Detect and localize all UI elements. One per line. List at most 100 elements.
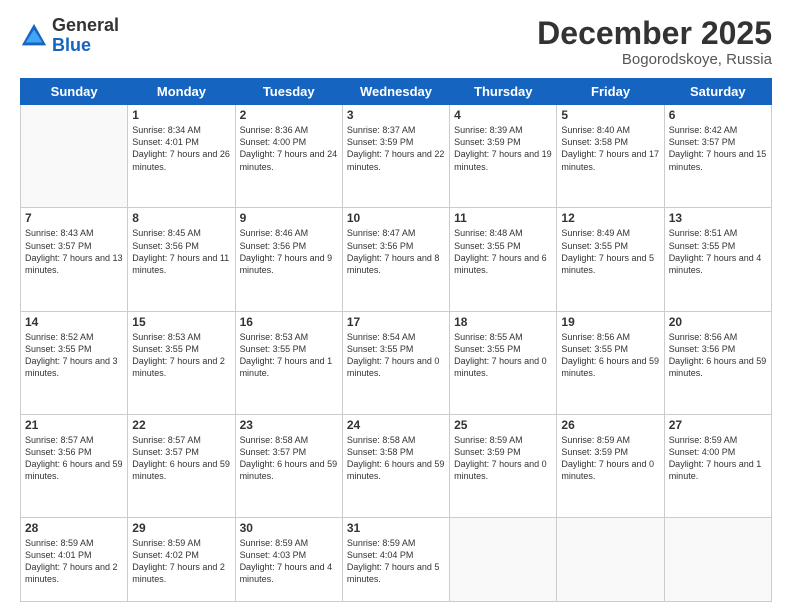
cell-content: Sunrise: 8:58 AMSunset: 3:58 PMDaylight:… [347, 434, 445, 483]
cell-content: Sunrise: 8:54 AMSunset: 3:55 PMDaylight:… [347, 331, 445, 380]
cell-content: Sunrise: 8:34 AMSunset: 4:01 PMDaylight:… [132, 124, 230, 173]
cell-content: Sunrise: 8:56 AMSunset: 3:55 PMDaylight:… [561, 331, 659, 380]
logo-text: General Blue [52, 16, 119, 56]
cell-content: Sunrise: 8:47 AMSunset: 3:56 PMDaylight:… [347, 227, 445, 276]
table-row [21, 105, 128, 208]
table-row: 21 Sunrise: 8:57 AMSunset: 3:56 PMDayligh… [21, 414, 128, 517]
day-number: 21 [25, 418, 123, 432]
day-number: 20 [669, 315, 767, 329]
day-number: 26 [561, 418, 659, 432]
cell-content: Sunrise: 8:42 AMSunset: 3:57 PMDaylight:… [669, 124, 767, 173]
cell-content: Sunrise: 8:37 AMSunset: 3:59 PMDaylight:… [347, 124, 445, 173]
table-row [557, 518, 664, 602]
calendar-week-row: 7 Sunrise: 8:43 AMSunset: 3:57 PMDaylight… [21, 208, 772, 311]
day-number: 15 [132, 315, 230, 329]
cell-content: Sunrise: 8:46 AMSunset: 3:56 PMDaylight:… [240, 227, 338, 276]
calendar-week-row: 28 Sunrise: 8:59 AMSunset: 4:01 PMDayligh… [21, 518, 772, 602]
col-saturday: Saturday [664, 79, 771, 105]
cell-content: Sunrise: 8:59 AMSunset: 4:00 PMDaylight:… [669, 434, 767, 483]
day-number: 23 [240, 418, 338, 432]
day-number: 6 [669, 108, 767, 122]
table-row [450, 518, 557, 602]
day-number: 7 [25, 211, 123, 225]
cell-content: Sunrise: 8:40 AMSunset: 3:58 PMDaylight:… [561, 124, 659, 173]
day-number: 31 [347, 521, 445, 535]
cell-content: Sunrise: 8:56 AMSunset: 3:56 PMDaylight:… [669, 331, 767, 380]
table-row: 22Sunrise: 8:57 AMSunset: 3:57 PMDayligh… [128, 414, 235, 517]
table-row: 5Sunrise: 8:40 AMSunset: 3:58 PMDaylight… [557, 105, 664, 208]
day-number: 19 [561, 315, 659, 329]
table-row: 4Sunrise: 8:39 AMSunset: 3:59 PMDaylight… [450, 105, 557, 208]
day-number: 29 [132, 521, 230, 535]
table-row: 1 Sunrise: 8:34 AMSunset: 4:01 PMDaylight… [128, 105, 235, 208]
day-number: 27 [669, 418, 767, 432]
col-tuesday: Tuesday [235, 79, 342, 105]
table-row: 7 Sunrise: 8:43 AMSunset: 3:57 PMDaylight… [21, 208, 128, 311]
cell-content: Sunrise: 8:59 AMSunset: 4:04 PMDaylight:… [347, 537, 445, 586]
table-row: 12 Sunrise: 8:49 AMSunset: 3:55 PMDayligh… [557, 208, 664, 311]
page: General Blue December 2025 Bogorodskoye,… [0, 0, 792, 612]
cell-content: Sunrise: 8:59 AMSunset: 4:03 PMDaylight:… [240, 537, 338, 586]
header: General Blue December 2025 Bogorodskoye,… [20, 16, 772, 68]
table-row: 8Sunrise: 8:45 AMSunset: 3:56 PMDaylight… [128, 208, 235, 311]
table-row: 29 Sunrise: 8:59 AMSunset: 4:02 PMDayligh… [128, 518, 235, 602]
calendar-week-row: 21 Sunrise: 8:57 AMSunset: 3:56 PMDayligh… [21, 414, 772, 517]
table-row: 15 Sunrise: 8:53 AMSunset: 3:55 PMDayligh… [128, 311, 235, 414]
logo: General Blue [20, 16, 119, 56]
table-row: 16Sunrise: 8:53 AMSunset: 3:55 PMDayligh… [235, 311, 342, 414]
day-number: 11 [454, 211, 552, 225]
cell-content: Sunrise: 8:59 AMSunset: 4:02 PMDaylight:… [132, 537, 230, 586]
col-monday: Monday [128, 79, 235, 105]
cell-content: Sunrise: 8:55 AMSunset: 3:55 PMDaylight:… [454, 331, 552, 380]
table-row: 10Sunrise: 8:47 AMSunset: 3:56 PMDayligh… [342, 208, 449, 311]
table-row: 14 Sunrise: 8:52 AMSunset: 3:55 PMDayligh… [21, 311, 128, 414]
cell-content: Sunrise: 8:59 AMSunset: 3:59 PMDaylight:… [561, 434, 659, 483]
day-number: 9 [240, 211, 338, 225]
logo-icon [20, 22, 48, 50]
day-number: 3 [347, 108, 445, 122]
cell-content: Sunrise: 8:57 AMSunset: 3:56 PMDaylight:… [25, 434, 123, 483]
table-row: 30 Sunrise: 8:59 AMSunset: 4:03 PMDayligh… [235, 518, 342, 602]
table-row: 6 Sunrise: 8:42 AMSunset: 3:57 PMDaylight… [664, 105, 771, 208]
subtitle: Bogorodskoye, Russia [537, 51, 772, 68]
cell-content: Sunrise: 8:52 AMSunset: 3:55 PMDaylight:… [25, 331, 123, 380]
table-row: 23 Sunrise: 8:58 AMSunset: 3:57 PMDayligh… [235, 414, 342, 517]
calendar-table: Sunday Monday Tuesday Wednesday Thursday… [20, 78, 772, 602]
day-number: 1 [132, 108, 230, 122]
logo-general-text: General [52, 15, 119, 35]
calendar-header-row: Sunday Monday Tuesday Wednesday Thursday… [21, 79, 772, 105]
table-row: 2Sunrise: 8:36 AMSunset: 4:00 PMDaylight… [235, 105, 342, 208]
cell-content: Sunrise: 8:53 AMSunset: 3:55 PMDaylight:… [132, 331, 230, 380]
day-number: 25 [454, 418, 552, 432]
day-number: 28 [25, 521, 123, 535]
cell-content: Sunrise: 8:48 AMSunset: 3:55 PMDaylight:… [454, 227, 552, 276]
col-sunday: Sunday [21, 79, 128, 105]
table-row: 25 Sunrise: 8:59 AMSunset: 3:59 PMDayligh… [450, 414, 557, 517]
cell-content: Sunrise: 8:45 AMSunset: 3:56 PMDaylight:… [132, 227, 230, 276]
cell-content: Sunrise: 8:43 AMSunset: 3:57 PMDaylight:… [25, 227, 123, 276]
calendar-week-row: 1 Sunrise: 8:34 AMSunset: 4:01 PMDaylight… [21, 105, 772, 208]
cell-content: Sunrise: 8:49 AMSunset: 3:55 PMDaylight:… [561, 227, 659, 276]
cell-content: Sunrise: 8:58 AMSunset: 3:57 PMDaylight:… [240, 434, 338, 483]
table-row: 24Sunrise: 8:58 AMSunset: 3:58 PMDayligh… [342, 414, 449, 517]
table-row: 11 Sunrise: 8:48 AMSunset: 3:55 PMDayligh… [450, 208, 557, 311]
calendar-week-row: 14 Sunrise: 8:52 AMSunset: 3:55 PMDayligh… [21, 311, 772, 414]
cell-content: Sunrise: 8:59 AMSunset: 3:59 PMDaylight:… [454, 434, 552, 483]
col-thursday: Thursday [450, 79, 557, 105]
col-wednesday: Wednesday [342, 79, 449, 105]
logo-blue-text: Blue [52, 35, 91, 55]
day-number: 4 [454, 108, 552, 122]
table-row: 31 Sunrise: 8:59 AMSunset: 4:04 PMDayligh… [342, 518, 449, 602]
day-number: 30 [240, 521, 338, 535]
cell-content: Sunrise: 8:53 AMSunset: 3:55 PMDaylight:… [240, 331, 338, 380]
day-number: 2 [240, 108, 338, 122]
table-row: 19 Sunrise: 8:56 AMSunset: 3:55 PMDayligh… [557, 311, 664, 414]
table-row: 20 Sunrise: 8:56 AMSunset: 3:56 PMDayligh… [664, 311, 771, 414]
day-number: 14 [25, 315, 123, 329]
table-row: 27 Sunrise: 8:59 AMSunset: 4:00 PMDayligh… [664, 414, 771, 517]
month-title: December 2025 [537, 16, 772, 51]
cell-content: Sunrise: 8:59 AMSunset: 4:01 PMDaylight:… [25, 537, 123, 586]
table-row: 28 Sunrise: 8:59 AMSunset: 4:01 PMDayligh… [21, 518, 128, 602]
day-number: 12 [561, 211, 659, 225]
day-number: 18 [454, 315, 552, 329]
